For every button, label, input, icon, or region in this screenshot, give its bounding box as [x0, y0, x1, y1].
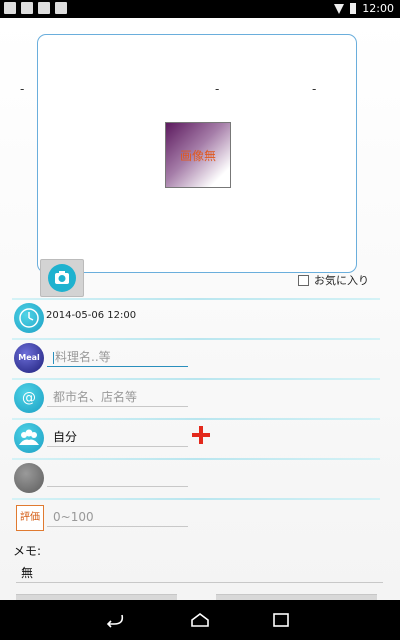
- rating-icon-text: 評価: [20, 512, 40, 523]
- app-icon: [55, 2, 67, 14]
- row-separator: [12, 338, 380, 340]
- rating-placeholder: 0~100: [53, 510, 94, 524]
- row-separator: [12, 418, 380, 420]
- add-person-icon[interactable]: [192, 426, 210, 444]
- home-icon[interactable]: [189, 612, 211, 628]
- dash-middle: -: [215, 82, 220, 96]
- memo-value: 無: [21, 566, 34, 580]
- rating-row: 評価 0~100: [12, 498, 380, 536]
- rating-icon: 評価: [16, 505, 44, 531]
- meal-name-placeholder: 料理名..等: [55, 350, 111, 364]
- notification-icon: [38, 2, 50, 14]
- image-icon: [4, 2, 16, 14]
- meal-name-input[interactable]: 料理名..等: [47, 348, 188, 367]
- people-input[interactable]: 自分: [47, 428, 188, 447]
- image-thumbnail[interactable]: 画像無: [165, 122, 231, 188]
- meal-row: Meal 料理名..等: [12, 338, 380, 376]
- meal-icon-text: Meal: [18, 353, 40, 362]
- at-icon-text: @: [22, 390, 36, 406]
- back-icon[interactable]: [104, 612, 126, 628]
- navigation-bar: [0, 600, 400, 640]
- no-image-label: 画像無: [179, 149, 216, 163]
- checkbox-box[interactable]: [298, 274, 309, 286]
- clock-icon: [14, 303, 44, 333]
- row-separator: [12, 378, 380, 380]
- extra-input[interactable]: [47, 468, 188, 487]
- row-separator: [12, 458, 380, 460]
- place-row: @ 都市名、店名等: [12, 378, 380, 416]
- status-right: 12:00: [334, 2, 394, 15]
- favorite-checkbox[interactable]: お気に入り: [298, 272, 369, 288]
- favorite-label: お気に入り: [314, 274, 369, 287]
- content-area: - - - 画像無 お気に入り 2014-05-06 12:00 Meal 料理…: [0, 18, 400, 601]
- camera-button[interactable]: [40, 259, 84, 297]
- mail-icon: [21, 2, 33, 14]
- battery-icon: [350, 3, 357, 14]
- dash-right: -: [312, 82, 317, 96]
- people-row: 自分: [12, 418, 380, 456]
- place-input[interactable]: 都市名、店名等: [47, 388, 188, 407]
- memo-label: メモ:: [13, 544, 42, 558]
- dash-left: -: [20, 82, 25, 96]
- meal-icon: Meal: [14, 343, 44, 373]
- datetime-row[interactable]: 2014-05-06 12:00: [12, 298, 380, 336]
- wifi-icon: [334, 3, 345, 14]
- camera-icon: [48, 264, 76, 292]
- place-placeholder: 都市名、店名等: [53, 390, 138, 404]
- status-bar: 12:00: [0, 0, 400, 18]
- text-caret: [53, 351, 54, 364]
- row-separator: [12, 498, 380, 500]
- row-separator: [12, 298, 380, 300]
- rating-input[interactable]: 0~100: [47, 508, 188, 527]
- extra-row: [12, 458, 380, 496]
- at-icon: @: [14, 383, 44, 413]
- people-value: 自分: [53, 430, 78, 444]
- status-left-icons: [4, 2, 67, 14]
- memo-input[interactable]: 無: [16, 564, 383, 583]
- datetime-value[interactable]: 2014-05-06 12:00: [46, 310, 136, 321]
- gray-circle-icon: [14, 463, 44, 493]
- people-icon: [14, 423, 44, 453]
- clock-time: 12:00: [362, 2, 394, 15]
- recent-apps-icon[interactable]: [270, 612, 292, 628]
